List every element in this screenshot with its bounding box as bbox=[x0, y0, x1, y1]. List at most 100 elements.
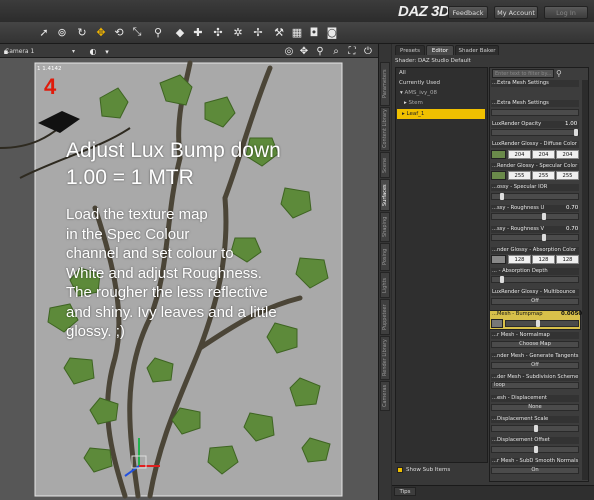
tab-cameras[interactable]: Cameras bbox=[380, 381, 390, 411]
opacity-value[interactable]: 1.00 bbox=[565, 121, 577, 127]
tangents-toggle[interactable]: Off bbox=[491, 362, 579, 369]
tree-item-figure[interactable]: ▾ AMS_ivy_08 bbox=[400, 90, 437, 96]
absorption-swatch[interactable] bbox=[491, 255, 506, 264]
slider-knob[interactable] bbox=[536, 320, 540, 327]
zoom-icon[interactable]: ⚲ bbox=[313, 45, 327, 58]
scale-tool-icon[interactable]: ⤡ bbox=[129, 24, 145, 40]
viewport[interactable]: 1 1.4142 4 Adjust Lux Bump down 1.00 = 1… bbox=[0, 58, 378, 500]
spot-render-icon[interactable]: ✲ bbox=[230, 24, 246, 40]
tab-posing[interactable]: Posing bbox=[380, 243, 390, 271]
diffuse-texture-swatch[interactable] bbox=[491, 150, 506, 159]
show-sub-items-label: Show Sub Items bbox=[406, 467, 451, 473]
body-line: The rougher the less reflective bbox=[66, 284, 268, 301]
slider-knob[interactable] bbox=[500, 193, 504, 200]
tab-shader-baker[interactable]: Shader Baker bbox=[455, 45, 499, 55]
property-scrollbar[interactable] bbox=[582, 80, 588, 480]
tab-shaping[interactable]: Shaping bbox=[380, 212, 390, 242]
displacement-scale-slider[interactable] bbox=[491, 425, 579, 432]
joint-editor-icon[interactable]: ⚲ bbox=[150, 24, 166, 40]
shader-label: Shader: DAZ Studio Default bbox=[395, 58, 471, 64]
show-sub-items[interactable]: Show Sub Items bbox=[397, 467, 450, 473]
slider-knob[interactable] bbox=[534, 446, 538, 453]
rotate-tool-icon[interactable]: ⟲ bbox=[111, 24, 127, 40]
surface-selection-icon[interactable]: ◆ bbox=[172, 24, 188, 40]
absorption-g[interactable]: 128 bbox=[532, 255, 555, 264]
translate-tool-icon[interactable]: ✥ bbox=[93, 24, 109, 40]
chevron-down-icon[interactable]: ▾ bbox=[100, 45, 114, 58]
subdivision-select[interactable]: loop bbox=[491, 382, 579, 389]
smooth-normals-toggle[interactable]: On bbox=[491, 467, 579, 474]
specular-b[interactable]: 255 bbox=[556, 171, 579, 180]
dolly-icon[interactable]: ⌕ bbox=[329, 45, 343, 58]
orbit-icon[interactable]: ◎ bbox=[282, 45, 296, 58]
tab-presets[interactable]: Presets bbox=[395, 45, 425, 55]
slider-knob[interactable] bbox=[542, 234, 546, 241]
camera-select[interactable]: Camera 1 ▾ bbox=[3, 47, 79, 56]
tab-parameters[interactable]: Parameters bbox=[380, 62, 390, 106]
search-icon[interactable]: ⚲ bbox=[556, 69, 562, 78]
prop-subdivision-label: ...der Mesh - Subdivision Scheme bbox=[491, 374, 579, 381]
roughness-v-slider[interactable] bbox=[491, 234, 579, 241]
node-weight-brush-icon[interactable]: ✢ bbox=[250, 24, 266, 40]
roughness-u-value[interactable]: 0.70 bbox=[566, 205, 578, 211]
tab-editor[interactable]: Editor bbox=[426, 45, 454, 55]
specular-g[interactable]: 255 bbox=[532, 171, 555, 180]
render-settings-icon[interactable]: ⚒ bbox=[271, 24, 287, 40]
diffuse-g[interactable]: 204 bbox=[532, 150, 555, 159]
tab-render-library[interactable]: Render Library bbox=[380, 336, 390, 380]
universal-tool-icon[interactable]: ↻ bbox=[74, 24, 90, 40]
tab-surfaces[interactable]: Surfaces bbox=[380, 179, 390, 211]
tab-scene[interactable]: Scene bbox=[380, 152, 390, 178]
region-navigator-icon[interactable]: ✚ bbox=[190, 24, 206, 40]
prop-specular-label: ...Render Glossy - Specular Color bbox=[491, 163, 579, 170]
extra-mesh-slider[interactable] bbox=[491, 109, 579, 116]
bumpmap-texture-swatch[interactable] bbox=[491, 319, 503, 328]
absorption-r[interactable]: 128 bbox=[508, 255, 531, 264]
specular-texture-swatch[interactable] bbox=[491, 171, 506, 180]
absorption-b[interactable]: 128 bbox=[556, 255, 579, 264]
specular-ior-slider[interactable] bbox=[491, 193, 579, 200]
tab-lights[interactable]: Lights bbox=[380, 272, 390, 298]
tree-item-stem[interactable]: ▸ Stem bbox=[404, 100, 423, 106]
displacement-offset-slider[interactable] bbox=[491, 446, 579, 453]
opacity-slider[interactable] bbox=[491, 129, 579, 136]
tree-item-all[interactable]: All bbox=[399, 70, 406, 76]
frame-icon[interactable]: ⛶ bbox=[345, 45, 359, 58]
diffuse-r[interactable]: 204 bbox=[508, 150, 531, 159]
tab-content-library[interactable]: Content Library bbox=[380, 107, 390, 151]
power-icon[interactable]: ⏻ bbox=[361, 45, 375, 58]
normalmap-choose[interactable]: Choose Map bbox=[491, 341, 579, 348]
slider-knob[interactable] bbox=[500, 276, 504, 283]
absorption-depth-slider[interactable] bbox=[491, 276, 579, 283]
tips-tab[interactable]: Tips bbox=[394, 487, 416, 496]
prop-extra-mesh-settings: ...Extra Mesh Settings bbox=[491, 100, 579, 107]
tab-puppeteer[interactable]: Puppeteer bbox=[380, 299, 390, 335]
render-library-icon[interactable]: ◘ bbox=[306, 24, 322, 40]
slider-knob[interactable] bbox=[534, 425, 538, 432]
checkbox-icon[interactable] bbox=[397, 467, 403, 473]
draw-style-icon[interactable]: ◐ bbox=[86, 45, 100, 58]
feedback-button[interactable]: Feedback bbox=[448, 6, 488, 19]
slider-knob[interactable] bbox=[542, 213, 546, 220]
tree-item-currently-used[interactable]: Currently Used bbox=[399, 80, 440, 86]
my-account-button[interactable]: My Account bbox=[494, 6, 538, 19]
node-selection-icon[interactable]: ⊚ bbox=[54, 24, 70, 40]
specular-r[interactable]: 255 bbox=[508, 171, 531, 180]
geometry-editor-icon[interactable]: ✣ bbox=[210, 24, 226, 40]
diffuse-b[interactable]: 204 bbox=[556, 150, 579, 159]
roughness-v-value[interactable]: 0.70 bbox=[566, 226, 578, 232]
roughness-u-slider[interactable] bbox=[491, 213, 579, 220]
prop-absorption-color-label: ...nder Glossy - Absorption Color bbox=[491, 247, 579, 254]
bumpmap-value[interactable]: 0.0050 bbox=[561, 311, 582, 317]
camera-icon[interactable]: ◙ bbox=[324, 24, 340, 40]
pan-icon[interactable]: ✥ bbox=[297, 45, 311, 58]
daz3d-logo: DAZ 3D bbox=[398, 3, 450, 20]
filter-input[interactable]: Enter text to filter by... bbox=[492, 69, 554, 78]
arrow-select-icon[interactable]: ➚ bbox=[36, 24, 52, 40]
multibounce-toggle[interactable]: Off bbox=[491, 298, 579, 305]
render-icon[interactable]: ▦ bbox=[289, 24, 305, 40]
displacement-select[interactable]: None bbox=[491, 404, 579, 411]
log-in-button[interactable]: Log In bbox=[544, 6, 588, 19]
bumpmap-slider[interactable] bbox=[505, 320, 579, 327]
slider-knob[interactable] bbox=[574, 129, 578, 136]
